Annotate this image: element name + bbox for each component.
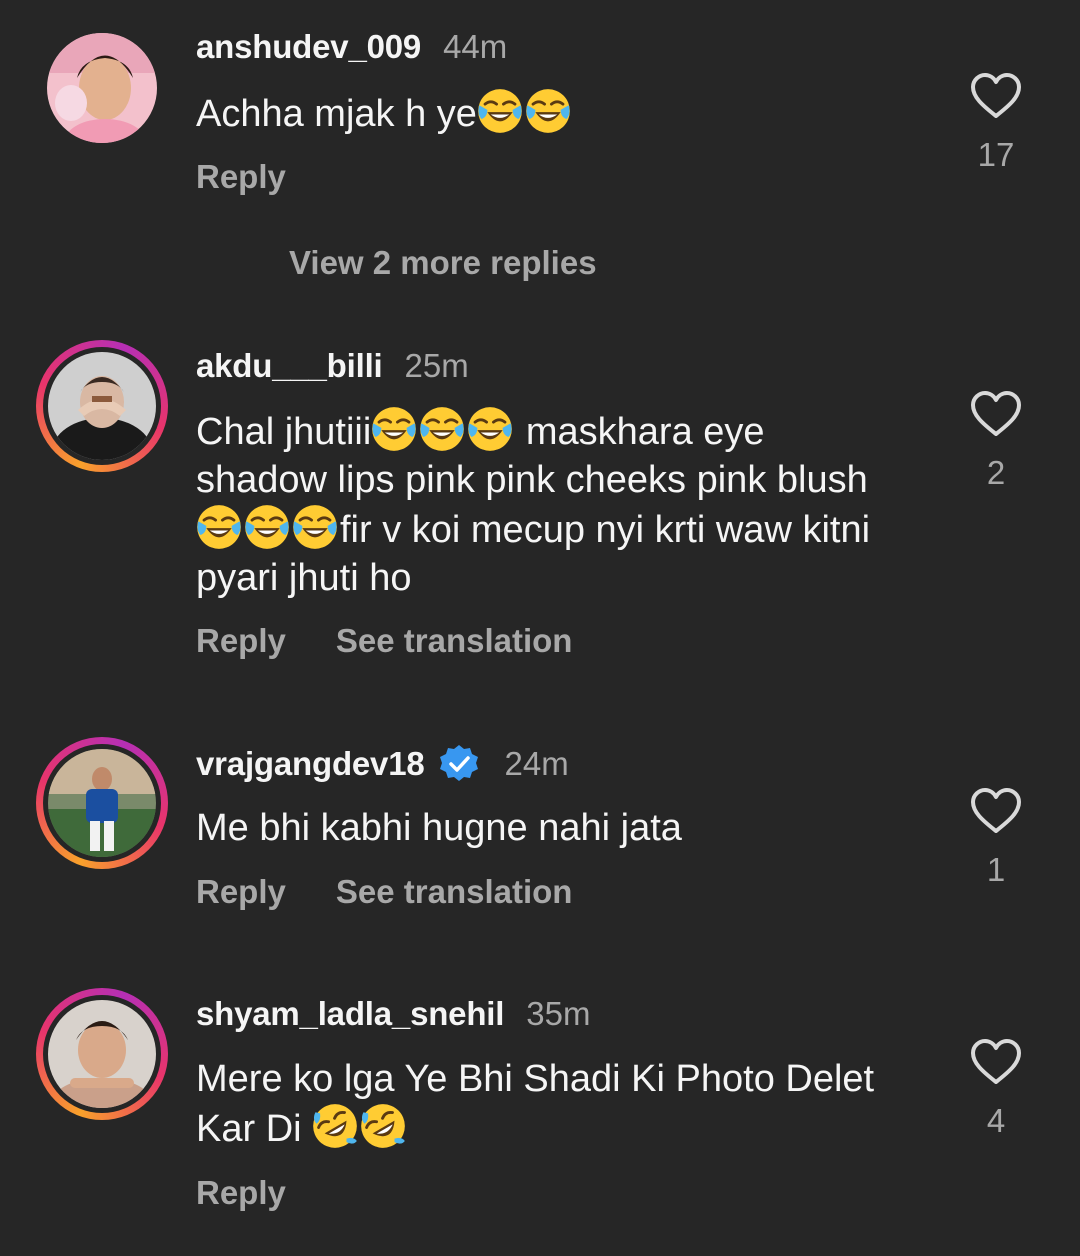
avatar-story-ring[interactable] bbox=[36, 737, 168, 869]
face-with-tears-of-joy-emoji bbox=[371, 406, 417, 452]
face-with-tears-of-joy-emoji bbox=[196, 504, 242, 550]
username[interactable]: vrajgangdev18 bbox=[196, 745, 425, 783]
avatar-image bbox=[48, 749, 156, 857]
avatar-story-ring[interactable] bbox=[36, 340, 168, 472]
face-with-tears-of-joy-emoji bbox=[525, 88, 571, 134]
heart-outline-icon[interactable] bbox=[970, 1038, 1022, 1086]
avatar-story-ring[interactable] bbox=[36, 988, 168, 1120]
heart-outline-icon[interactable] bbox=[970, 390, 1022, 438]
face-with-tears-of-joy-emoji bbox=[467, 406, 513, 452]
comment-actions: Reply See translation bbox=[196, 622, 622, 660]
view-more-replies-button[interactable]: View 2 more replies bbox=[289, 244, 597, 282]
comment-header: vrajgangdev18 24m bbox=[196, 744, 569, 784]
like-area: 4 bbox=[966, 1038, 1026, 1140]
timestamp: 25m bbox=[404, 347, 469, 384]
avatar[interactable] bbox=[46, 32, 158, 144]
like-count: 1 bbox=[986, 851, 1006, 888]
comment-actions: Reply bbox=[196, 158, 336, 196]
like-count: 17 bbox=[977, 136, 1015, 173]
see-translation-button[interactable]: See translation bbox=[336, 873, 573, 911]
comment-text: Mere ko lga Ye Bhi Shadi Ki Photo Delet … bbox=[196, 1058, 875, 1150]
comment-text: Me bhi kabhi hugne nahi jata bbox=[196, 807, 682, 849]
like-area: 17 bbox=[966, 72, 1026, 174]
comment-header: shyam_ladla_snehil 35m bbox=[196, 995, 590, 1033]
like-area: 1 bbox=[966, 787, 1026, 889]
face-with-tears-of-joy-emoji bbox=[477, 88, 523, 134]
avatar-image bbox=[48, 1000, 156, 1108]
verified-badge-icon bbox=[439, 745, 478, 781]
avatar-image bbox=[47, 33, 157, 143]
heart-outline-icon[interactable] bbox=[970, 787, 1022, 835]
face-with-tears-of-joy-emoji bbox=[244, 504, 290, 550]
avatar-image bbox=[48, 352, 156, 460]
reply-button[interactable]: Reply bbox=[196, 622, 286, 660]
face-with-tears-of-joy-emoji bbox=[292, 504, 338, 550]
username[interactable]: anshudev_009 bbox=[196, 28, 421, 66]
rolling-on-floor-laughing-emoji bbox=[312, 1103, 358, 1149]
comment-actions: Reply See translation bbox=[196, 873, 622, 911]
timestamp: 24m bbox=[504, 745, 569, 782]
heart-outline-icon[interactable] bbox=[970, 72, 1022, 120]
comment-header: anshudev_009 44m bbox=[196, 28, 507, 66]
reply-button[interactable]: Reply bbox=[196, 158, 286, 196]
timestamp: 44m bbox=[443, 28, 508, 65]
comment-actions: Reply bbox=[196, 1174, 336, 1212]
comment-header: akdu___billi 25m bbox=[196, 347, 469, 385]
face-with-tears-of-joy-emoji bbox=[419, 406, 465, 452]
comment-text: Chal jhutiii maskhara eye shadow lips pi… bbox=[196, 406, 896, 602]
timestamp: 35m bbox=[526, 995, 591, 1032]
comment-text: Achha mjak h ye bbox=[196, 88, 896, 138]
see-translation-button[interactable]: See translation bbox=[336, 622, 573, 660]
username[interactable]: shyam_ladla_snehil bbox=[196, 995, 504, 1033]
rolling-on-floor-laughing-emoji bbox=[360, 1103, 406, 1149]
reply-button[interactable]: Reply bbox=[196, 1174, 286, 1212]
like-count: 2 bbox=[986, 454, 1006, 491]
like-area: 2 bbox=[966, 390, 1026, 492]
username[interactable]: akdu___billi bbox=[196, 347, 383, 385]
reply-button[interactable]: Reply bbox=[196, 873, 286, 911]
like-count: 4 bbox=[986, 1102, 1006, 1139]
